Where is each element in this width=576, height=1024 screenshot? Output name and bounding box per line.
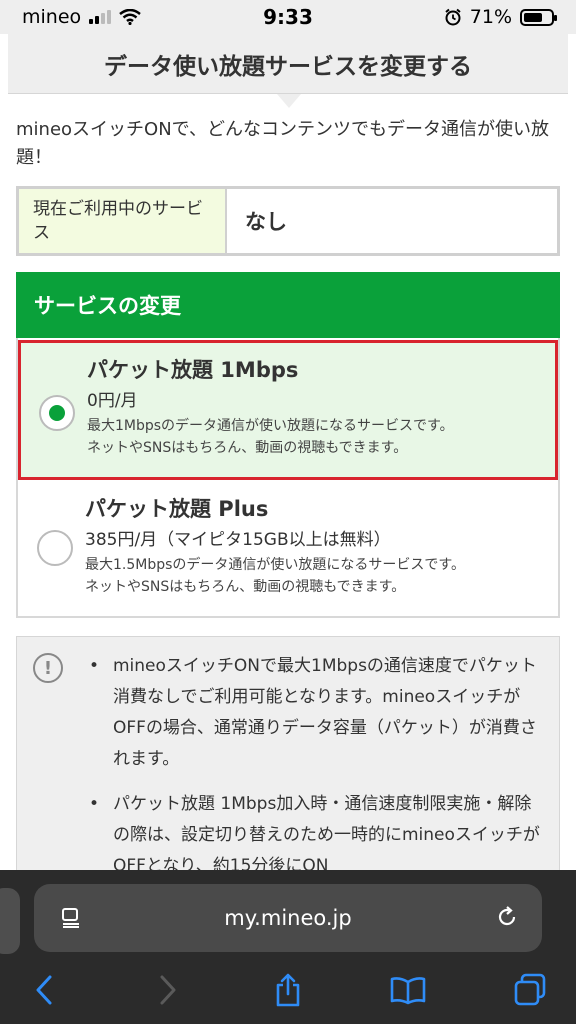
cellular-signal-icon bbox=[89, 10, 112, 24]
radio-button-selected[interactable] bbox=[39, 395, 75, 431]
bookmarks-button[interactable] bbox=[386, 968, 430, 1012]
option-description-line1: 最大1Mbpsのデータ通信が使い放題になるサービスです。 bbox=[87, 418, 454, 434]
notice-item: パケット放題 1Mbps加入時・通信速度制限実施・解除の際は、設定切り替えのため… bbox=[87, 789, 547, 882]
option-packet-1mbps[interactable]: パケット放題 1Mbps 0円/月 最大1Mbpsのデータ通信が使い放題になるサ… bbox=[18, 340, 558, 480]
notice-item: mineoスイッチONで最大1Mbpsの通信速度でパケット消費なしでご利用可能と… bbox=[87, 651, 547, 775]
browser-toolbar bbox=[0, 968, 576, 1014]
option-description-line2: ネットやSNSはもちろん、動画の視聴もできます。 bbox=[87, 440, 408, 456]
intro-text: mineoスイッチONで、どんなコンテンツでもデータ通信が使い放題！ bbox=[16, 119, 549, 168]
option-title: パケット放題 1Mbps bbox=[87, 358, 299, 382]
status-right: 71% bbox=[444, 6, 557, 28]
tabs-icon bbox=[514, 973, 546, 1006]
address-bar[interactable]: my.mineo.jp bbox=[34, 884, 542, 952]
battery-icon bbox=[520, 8, 557, 26]
notice-box: ! mineoスイッチONで最大1Mbpsの通信速度でパケット消費なしでご利用可… bbox=[16, 636, 560, 896]
reader-mode-icon[interactable] bbox=[60, 906, 82, 928]
share-button[interactable] bbox=[266, 968, 310, 1012]
option-price: 0円/月 bbox=[87, 391, 138, 411]
battery-percent: 71% bbox=[469, 6, 512, 28]
service-options: パケット放題 1Mbps 0円/月 最大1Mbpsのデータ通信が使い放題になるサ… bbox=[16, 338, 560, 618]
alarm-clock-icon bbox=[445, 8, 461, 26]
browser-bottom-bar: my.mineo.jp bbox=[0, 870, 576, 1024]
option-description-line2: ネットやSNSはもちろん、動画の視聴もできます。 bbox=[85, 579, 406, 595]
option-description-line1: 最大1.5Mbpsのデータ通信が使い放題になるサービスです。 bbox=[85, 557, 466, 573]
notice-list: mineoスイッチONで最大1Mbpsの通信速度でパケット消費なしでご利用可能と… bbox=[87, 651, 547, 896]
radio-dot bbox=[49, 405, 65, 421]
book-icon bbox=[390, 977, 426, 1005]
option-packet-plus[interactable]: パケット放題 Plus 385円/月（マイピタ15GB以上は無料） 最大1.5M… bbox=[18, 486, 558, 614]
exclamation-circle-icon: ! bbox=[33, 653, 63, 683]
current-service-label: 現在ご利用中のサービス bbox=[19, 189, 227, 253]
service-change-heading: サービスの変更 bbox=[16, 272, 560, 338]
chevron-left-icon bbox=[36, 975, 52, 1005]
back-button[interactable] bbox=[22, 968, 66, 1012]
option-title: パケット放題 Plus bbox=[85, 497, 269, 521]
battery-level bbox=[524, 12, 543, 22]
option-body: パケット放題 1Mbps 0円/月 最大1Mbpsのデータ通信が使い放題になるサ… bbox=[87, 355, 454, 459]
carrier-name: mineo bbox=[22, 6, 82, 28]
previous-tab-peek[interactable] bbox=[0, 888, 20, 954]
tabs-button[interactable] bbox=[508, 968, 552, 1012]
wifi-icon bbox=[119, 9, 141, 25]
url-text[interactable]: my.mineo.jp bbox=[224, 906, 351, 930]
chevron-right-icon bbox=[160, 975, 176, 1005]
share-icon bbox=[276, 973, 300, 1007]
option-body: パケット放題 Plus 385円/月（マイピタ15GB以上は無料） 最大1.5M… bbox=[85, 494, 465, 598]
current-service-value: なし bbox=[245, 210, 287, 234]
reload-icon[interactable] bbox=[494, 904, 520, 930]
current-service-table: 現在ご利用中のサービス なし bbox=[16, 186, 560, 256]
option-price: 385円/月（マイピタ15GB以上は無料） bbox=[85, 530, 391, 550]
status-bar: mineo 9:33 71% bbox=[0, 0, 576, 34]
header-notch bbox=[277, 94, 301, 108]
page-title: データ使い放題サービスを変更する bbox=[8, 34, 568, 94]
radio-button-unselected[interactable] bbox=[37, 530, 73, 566]
forward-button[interactable] bbox=[146, 968, 190, 1012]
status-left: mineo bbox=[22, 6, 444, 28]
